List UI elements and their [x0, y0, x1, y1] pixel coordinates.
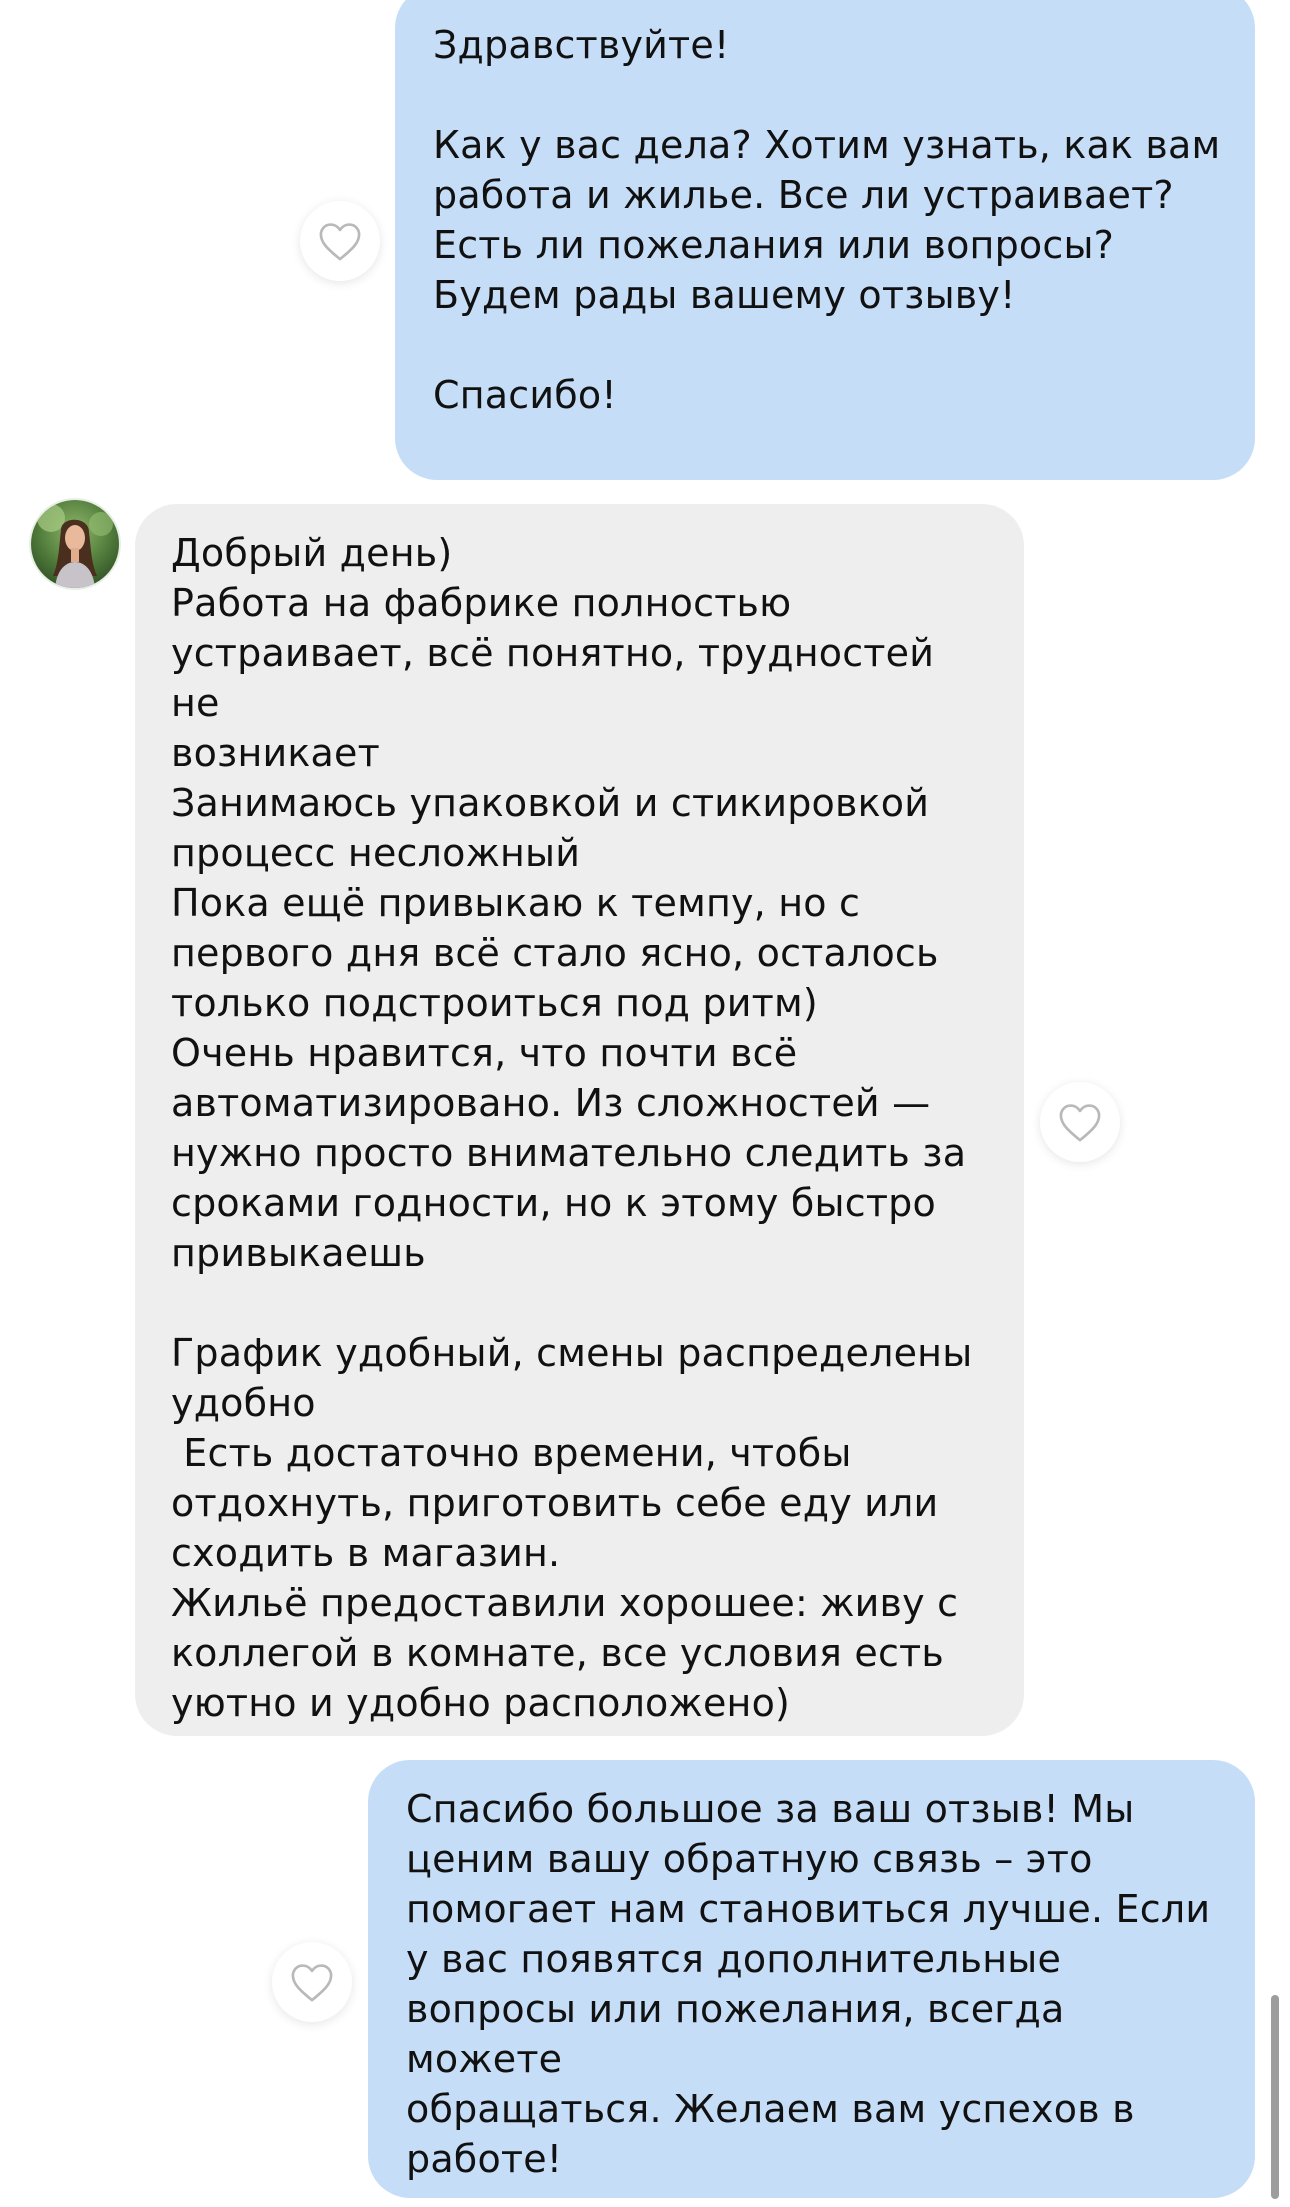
like-message-button[interactable] [1040, 1082, 1120, 1162]
incoming-message-bubble[interactable]: Добрый день) Работа на фабрике полностью… [135, 504, 1024, 1736]
chat-screen: Здравствуйте! Как у вас дела? Хотим узна… [0, 0, 1290, 2207]
heart-outline-icon [317, 220, 363, 262]
like-message-button[interactable] [272, 1942, 352, 2022]
scrollbar[interactable] [1271, 1995, 1279, 2199]
heart-outline-icon [1057, 1101, 1103, 1143]
outgoing-message-bubble[interactable]: Здравствуйте! Как у вас дела? Хотим узна… [395, 0, 1255, 480]
sender-avatar[interactable] [31, 500, 119, 588]
outgoing-message-bubble[interactable]: Спасибо большое за ваш отзыв! Мы ценим в… [368, 1760, 1255, 2198]
like-message-button[interactable] [300, 201, 380, 281]
heart-outline-icon [289, 1961, 335, 2003]
